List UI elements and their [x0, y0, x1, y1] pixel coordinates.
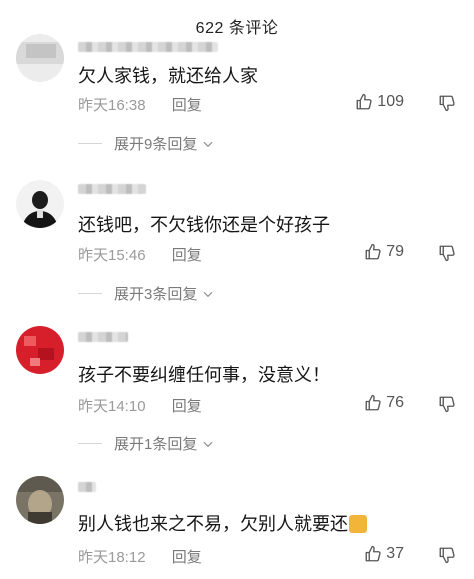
comment-text-content: 别人钱也来之不易，欠别人就要还	[78, 514, 348, 534]
thumbs-down-icon	[439, 547, 455, 564]
like-button[interactable]: 109	[355, 93, 404, 111]
avatar[interactable]	[16, 326, 64, 374]
chevron-down-icon	[203, 141, 213, 147]
comment-meta: 昨天15:46 回复	[78, 244, 202, 265]
emoji-icon	[349, 515, 367, 533]
like-count: 79	[386, 243, 404, 260]
like-count: 37	[386, 545, 404, 562]
comment-text: 欠人家钱，就还给人家	[78, 66, 258, 86]
expand-replies-label: 展开1条回复	[114, 436, 198, 453]
username-blurred[interactable]	[78, 42, 218, 52]
like-button[interactable]: 76	[364, 394, 404, 412]
divider-line	[78, 143, 102, 144]
comment-meta: 昨天18:12 回复	[78, 546, 202, 567]
expand-replies-button[interactable]: 展开9条回复	[78, 133, 215, 154]
comment-time: 昨天14:10	[78, 398, 146, 415]
username-blurred[interactable]	[78, 332, 128, 342]
comment-meta: 昨天16:38 回复	[78, 94, 202, 115]
comment-count-title: 622 条评论	[195, 20, 279, 37]
comment-text: 还钱吧，不欠钱你还是个好孩子	[78, 215, 330, 235]
expand-replies-button[interactable]: 展开1条回复	[78, 433, 215, 454]
dislike-button[interactable]	[438, 244, 456, 267]
thumbs-up-icon	[365, 243, 381, 260]
reply-button[interactable]: 回复	[172, 398, 202, 415]
reply-button[interactable]: 回复	[172, 549, 202, 566]
thumbs-up-icon	[365, 394, 381, 411]
thumbs-up-icon	[356, 93, 372, 110]
thumbs-down-icon	[439, 396, 455, 413]
dislike-button[interactable]	[438, 395, 456, 418]
like-count: 76	[386, 394, 404, 411]
avatar[interactable]	[16, 180, 64, 228]
expand-replies-label: 展开9条回复	[114, 136, 198, 153]
chevron-down-icon	[203, 291, 213, 297]
chevron-down-icon	[203, 441, 213, 447]
thumbs-down-icon	[439, 245, 455, 262]
comment-time: 昨天15:46	[78, 247, 146, 264]
reply-button[interactable]: 回复	[172, 97, 202, 114]
comment-meta: 昨天14:10 回复	[78, 395, 202, 416]
divider-line	[78, 293, 102, 294]
thumbs-up-icon	[365, 545, 381, 562]
like-button[interactable]: 37	[364, 545, 404, 563]
username-blurred[interactable]	[78, 482, 96, 492]
like-button[interactable]: 79	[364, 243, 404, 261]
thumbs-down-icon	[439, 95, 455, 112]
avatar[interactable]	[16, 476, 64, 524]
comment-text: 孩子不要纠缠任何事，没意义！	[78, 365, 330, 385]
avatar[interactable]	[16, 34, 64, 82]
dislike-button[interactable]	[438, 94, 456, 117]
divider-line	[78, 443, 102, 444]
comment-text: 别人钱也来之不易，欠别人就要还	[78, 510, 367, 536]
comment-time: 昨天18:12	[78, 549, 146, 566]
comment-time: 昨天16:38	[78, 97, 146, 114]
like-count: 109	[377, 93, 404, 110]
username-blurred[interactable]	[78, 184, 146, 194]
reply-button[interactable]: 回复	[172, 247, 202, 264]
expand-replies-button[interactable]: 展开3条回复	[78, 283, 215, 304]
dislike-button[interactable]	[438, 546, 456, 569]
expand-replies-label: 展开3条回复	[114, 286, 198, 303]
